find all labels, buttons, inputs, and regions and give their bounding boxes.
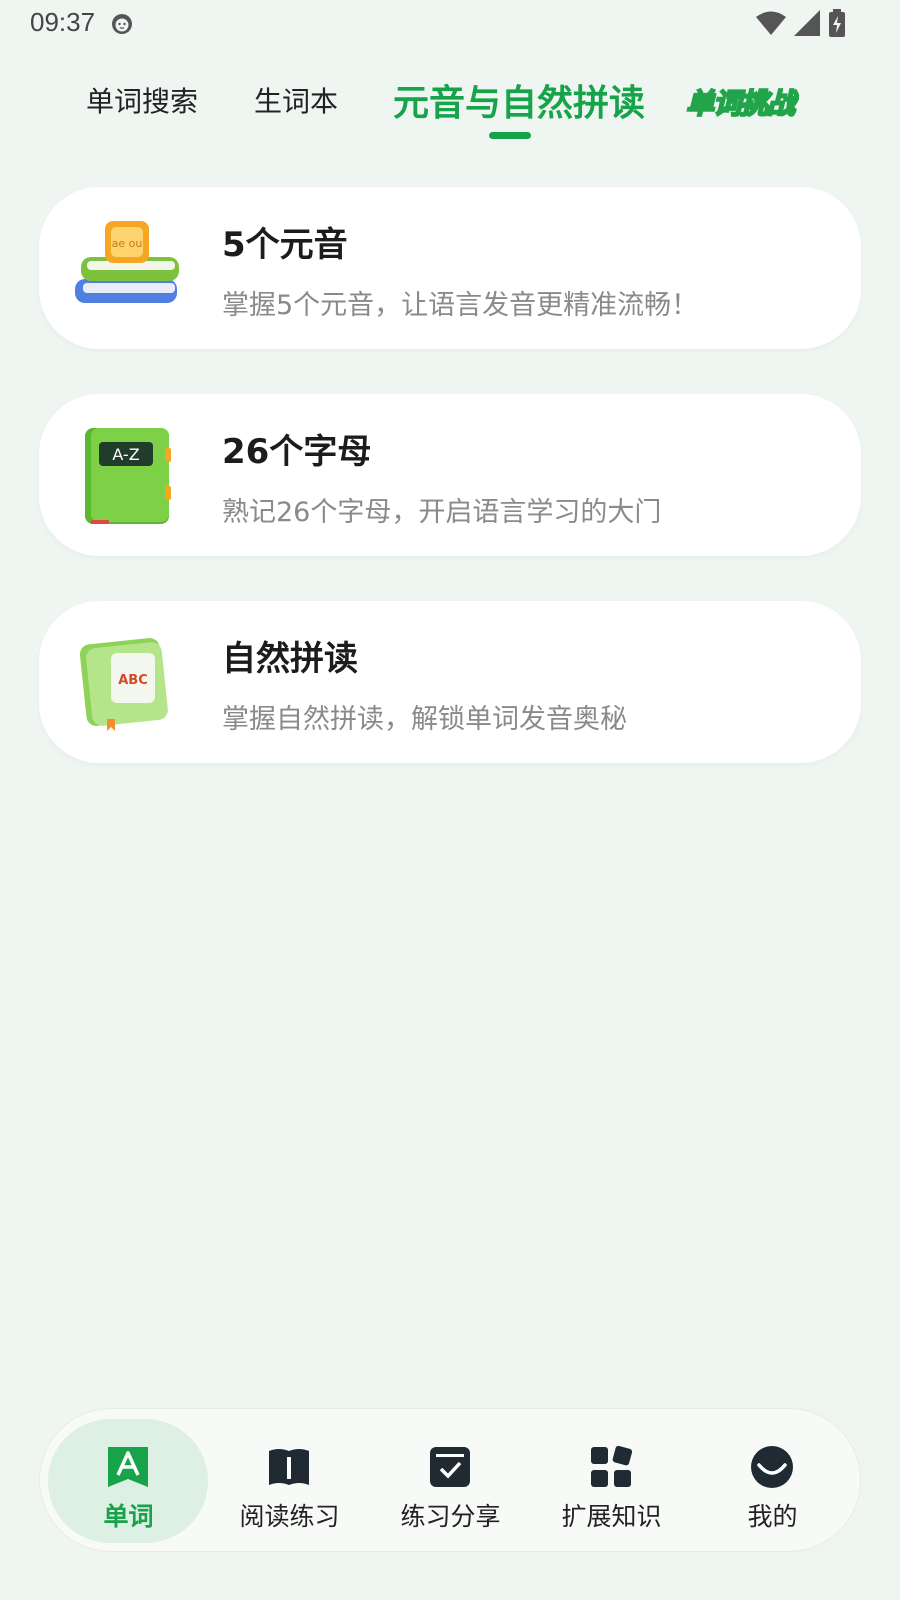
nav-label-profile: 我的	[747, 1502, 798, 1531]
nav-item-knowledge[interactable]: 扩展知识	[531, 1409, 692, 1553]
card-desc-alphabet: 熟记26个字母，开启语言学习的大门	[222, 497, 662, 528]
stacked-books-icon: ae ou	[75, 221, 179, 303]
check-box-icon	[430, 1447, 470, 1487]
card-phonics[interactable]: ABC 自然拼读 掌握自然拼读，解锁单词发音奥秘	[39, 601, 861, 763]
nav-label-reading: 阅读练习	[239, 1502, 340, 1531]
card-desc-vowels: 掌握5个元音，让语言发音更精准流畅！	[222, 290, 699, 321]
nav-label-share: 练习分享	[400, 1502, 501, 1531]
card-desc-phonics: 掌握自然拼读，解锁单词发音奥秘	[222, 704, 627, 735]
status-time: 09:37	[30, 7, 96, 37]
abc-blocks-book-icon: ABC	[79, 638, 168, 731]
battery-icon	[829, 9, 845, 37]
nav-label-words: 单词	[103, 1502, 154, 1531]
tab-vowels-phonics[interactable]: 元音与自然拼读	[393, 74, 645, 126]
abc-letters: ABC	[118, 673, 148, 688]
nav-item-share[interactable]: 练习分享	[370, 1409, 531, 1553]
signal-icon	[794, 10, 820, 36]
tab-word-search[interactable]: 单词搜索	[86, 80, 198, 120]
card-alphabet[interactable]: A-Z 26个字母 熟记26个字母，开启语言学习的大门	[39, 394, 861, 556]
vowel-letters: ae ou	[112, 237, 143, 250]
nav-item-profile[interactable]: 我的	[692, 1409, 853, 1553]
card-title-phonics: 自然拼读	[222, 639, 358, 679]
card-title-alphabet: 26个字母	[222, 432, 372, 472]
status-bar: 09:37	[0, 0, 900, 46]
nav-label-knowledge: 扩展知识	[561, 1502, 662, 1531]
book-open-icon	[269, 1449, 309, 1485]
widgets-icon	[591, 1445, 633, 1487]
card-vowels[interactable]: ae ou 5个元音 掌握5个元音，让语言发音更精准流畅！	[39, 187, 861, 349]
az-label: A-Z	[112, 445, 139, 464]
smile-icon	[751, 1446, 793, 1488]
letter-a-icon	[108, 1447, 148, 1487]
top-tabs: 单词搜索 生词本 元音与自然拼读 单词挑战	[0, 74, 900, 144]
tab-word-challenge[interactable]: 单词挑战	[685, 82, 796, 122]
bottom-navigation: 单词 阅读练习 练习分享 扩展知识 我的	[39, 1408, 861, 1552]
nav-item-reading[interactable]: 阅读练习	[209, 1409, 370, 1553]
tab-vocabulary-book[interactable]: 生词本	[254, 80, 338, 120]
card-title-vowels: 5个元音	[222, 225, 348, 265]
active-tab-indicator	[489, 132, 531, 139]
nav-item-words[interactable]: 单词	[48, 1409, 209, 1553]
az-book-icon: A-Z	[85, 428, 171, 524]
wifi-icon	[756, 11, 786, 35]
cat-notification-icon	[112, 14, 132, 34]
